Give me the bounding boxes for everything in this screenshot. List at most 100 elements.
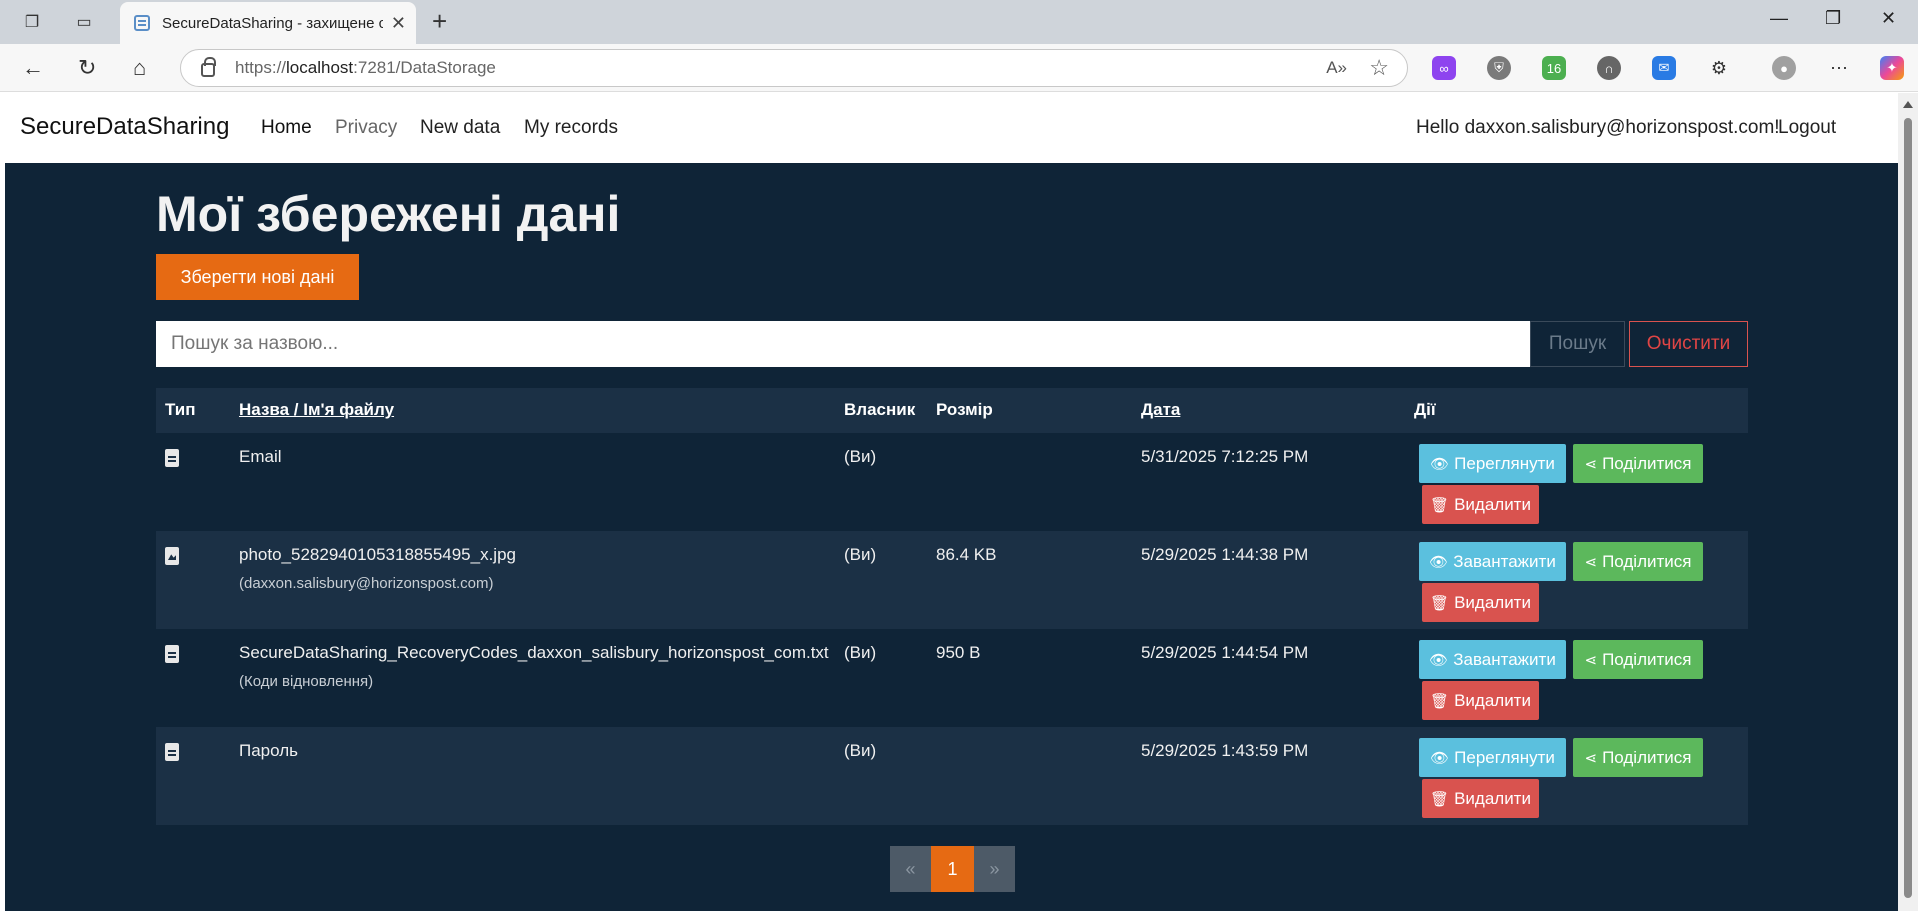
page-title: Мої збережені дані <box>156 186 621 242</box>
records-table: Тип Назва / Ім'я файлу Власник Розмір Да… <box>156 388 1748 825</box>
page-prev[interactable]: « <box>890 846 931 892</box>
copilot-icon[interactable]: ✦ <box>1880 56 1904 80</box>
extension-mail-icon[interactable]: ✉ <box>1652 56 1676 80</box>
tab-favicon-icon <box>134 15 150 31</box>
record-date: 5/29/2025 1:44:38 PM <box>1141 545 1309 564</box>
record-name: photo_5282940105318855495_x.jpg <box>239 545 516 564</box>
browser-tabstrip: ❐ ▭ SecureDataSharing - захищене сх ✕ + … <box>0 0 1918 44</box>
url-text: https://localhost:7281/DataStorage <box>235 58 496 77</box>
share-icon: ⋖ <box>1584 749 1598 767</box>
share-button[interactable]: ⋖ Поділитися <box>1573 542 1703 581</box>
record-size: 950 B <box>936 643 981 662</box>
table-row: Пароль (Ви) 5/29/2025 1:43:59 PM 👁 Перегл… <box>156 727 1748 825</box>
share-button[interactable]: ⋖ Поділитися <box>1573 640 1703 679</box>
new-tab-icon[interactable]: + <box>432 8 447 34</box>
reload-icon[interactable]: ↻ <box>78 56 96 80</box>
record-owner: (Ви) <box>844 447 877 466</box>
tab-close-icon[interactable]: ✕ <box>391 13 406 34</box>
read-aloud-icon[interactable]: A» <box>1326 58 1347 78</box>
extension-shield-icon[interactable]: ⛨ <box>1487 56 1511 80</box>
tab-title: SecureDataSharing - захищене сх <box>162 14 383 32</box>
delete-button[interactable]: 🗑 Видалити <box>1422 681 1539 720</box>
header-date-sort[interactable]: Дата <box>1141 400 1180 420</box>
file-text-icon <box>165 645 179 663</box>
record-name: Email <box>239 447 282 466</box>
site-navbar: SecureDataSharing Home Privacy New data … <box>5 93 1898 163</box>
trash-icon: 🗑 <box>1430 692 1450 710</box>
tab-actions-icon[interactable]: ▭ <box>72 10 96 34</box>
delete-button[interactable]: 🗑 Видалити <box>1422 485 1539 524</box>
favorite-star-icon[interactable]: ☆ <box>1369 55 1389 81</box>
eye-icon: 👁 <box>1430 749 1450 767</box>
record-subtitle: (daxxon.salisbury@horizonspost.com) <box>239 575 494 592</box>
workspaces-icon[interactable]: ❐ <box>20 10 44 34</box>
site-brand[interactable]: SecureDataSharing <box>20 113 229 141</box>
trash-icon: 🗑 <box>1430 594 1450 612</box>
logout-link[interactable]: Logout <box>1778 117 1836 139</box>
download-button[interactable]: 👁 Завантажити <box>1419 542 1566 581</box>
view-button[interactable]: 👁 Переглянути <box>1419 444 1566 483</box>
record-name: SecureDataSharing_RecoveryCodes_daxxon_s… <box>239 643 829 662</box>
search-button[interactable]: Пошук <box>1530 321 1625 367</box>
nav-my-records[interactable]: My records <box>524 117 618 139</box>
extension-badge-icon[interactable]: 16 <box>1542 56 1566 80</box>
minimize-icon[interactable]: — <box>1770 8 1788 29</box>
table-header: Тип Назва / Ім'я файлу Власник Розмір Да… <box>156 388 1748 433</box>
page-current[interactable]: 1 <box>931 846 974 892</box>
view-button[interactable]: 👁 Переглянути <box>1419 738 1566 777</box>
record-subtitle: (Коди відновлення) <box>239 673 374 690</box>
restore-icon[interactable]: ❐ <box>1825 8 1841 29</box>
save-new-data-button[interactable]: Зберегти нові дані <box>156 254 359 300</box>
header-name-sort[interactable]: Назва / Ім'я файлу <box>239 400 394 420</box>
more-menu-icon[interactable]: ⋯ <box>1827 56 1851 80</box>
page-next[interactable]: » <box>974 846 1015 892</box>
scrollbar-thumb[interactable] <box>1904 118 1912 898</box>
window-close-icon[interactable]: ✕ <box>1881 8 1896 29</box>
browser-toolbar: ← ↻ ⌂ https://localhost:7281/DataStorage… <box>0 44 1918 92</box>
record-owner: (Ви) <box>844 741 877 760</box>
download-button[interactable]: 👁 Завантажити <box>1419 640 1566 679</box>
lock-icon[interactable] <box>201 57 216 77</box>
back-icon[interactable]: ← <box>22 56 44 80</box>
header-size: Розмір <box>936 400 993 419</box>
page-body: SecureDataSharing Home Privacy New data … <box>5 93 1898 911</box>
table-row: Email (Ви) 5/31/2025 7:12:25 PM 👁 Перегля… <box>156 433 1748 531</box>
extension-icon[interactable]: ∞ <box>1432 56 1456 80</box>
nav-home[interactable]: Home <box>261 117 312 139</box>
record-date: 5/31/2025 7:12:25 PM <box>1141 447 1309 466</box>
search-input[interactable] <box>156 321 1530 367</box>
eye-icon: 👁 <box>1429 651 1449 669</box>
home-icon[interactable]: ⌂ <box>133 56 146 80</box>
clear-button[interactable]: Очистити <box>1629 321 1748 367</box>
scroll-up-icon[interactable] <box>1903 101 1913 108</box>
share-button[interactable]: ⋖ Поділитися <box>1573 738 1703 777</box>
file-image-icon <box>165 547 179 565</box>
header-owner: Власник <box>844 400 916 419</box>
record-name: Пароль <box>239 741 298 760</box>
eye-icon: 👁 <box>1429 553 1449 571</box>
page-scrollbar[interactable] <box>1898 93 1918 911</box>
file-text-icon <box>165 449 179 467</box>
header-type: Тип <box>165 400 196 419</box>
delete-button[interactable]: 🗑 Видалити <box>1422 779 1539 818</box>
user-greeting[interactable]: Hello daxxon.salisbury@horizonspost.com! <box>1416 117 1780 139</box>
nav-new-data[interactable]: New data <box>420 117 500 139</box>
extensions-puzzle-icon[interactable]: ⚙ <box>1707 56 1731 80</box>
address-bar[interactable]: https://localhost:7281/DataStorage A» ☆ <box>180 49 1408 87</box>
nav-privacy[interactable]: Privacy <box>335 117 397 139</box>
table-row: SecureDataSharing_RecoveryCodes_daxxon_s… <box>156 629 1748 727</box>
header-actions: Дії <box>1414 400 1436 419</box>
record-size: 86.4 KB <box>936 545 997 564</box>
delete-button[interactable]: 🗑 Видалити <box>1422 583 1539 622</box>
file-text-icon <box>165 743 179 761</box>
share-button[interactable]: ⋖ Поділитися <box>1573 444 1703 483</box>
trash-icon: 🗑 <box>1430 790 1450 808</box>
table-row: photo_5282940105318855495_x.jpg (daxxon.… <box>156 531 1748 629</box>
share-icon: ⋖ <box>1584 553 1598 571</box>
share-icon: ⋖ <box>1584 455 1598 473</box>
record-date: 5/29/2025 1:44:54 PM <box>1141 643 1309 662</box>
extension-arc-icon[interactable]: ∩ <box>1597 56 1621 80</box>
profile-avatar-icon[interactable]: ● <box>1772 56 1796 80</box>
share-icon: ⋖ <box>1584 651 1598 669</box>
browser-tab[interactable]: SecureDataSharing - захищене сх ✕ <box>120 2 416 44</box>
